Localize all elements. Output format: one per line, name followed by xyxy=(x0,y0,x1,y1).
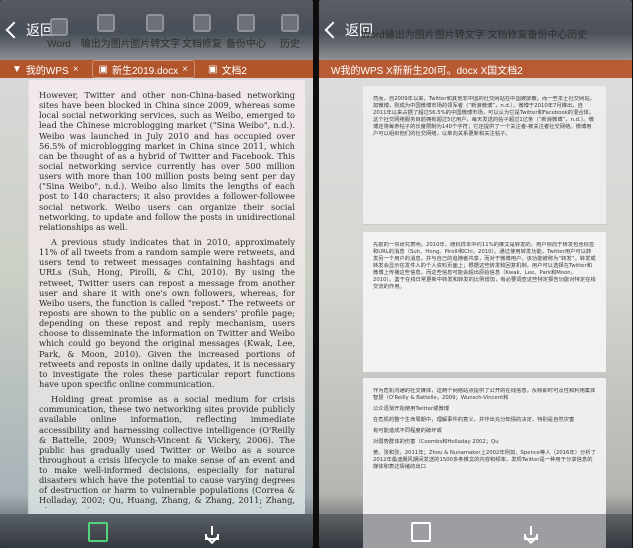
ribbon-item-export-image[interactable]: 输出为图片 xyxy=(81,14,131,50)
word-icon xyxy=(50,18,68,36)
ocr-frame-icon xyxy=(411,522,431,542)
paragraph: However, Twitter and other non-China-bas… xyxy=(39,90,295,232)
translated-page-1: 然而，自2009年以来，Twitter和其他非中国的社交网站在中国被屏蔽，而一些… xyxy=(363,86,606,224)
bottom-bar xyxy=(0,514,313,548)
screenshot-comparison: 返回 Word 输出为图片 图片转文字 文档修复 备份中心 历史 ▼ 我的WPS… xyxy=(0,0,633,548)
document-tabs: ▼ 我的WPS × ▣ 新生2019.docx × ▣ 文档2 xyxy=(0,60,313,78)
ribbon-item-image-to-text[interactable]: 图片转文字 xyxy=(130,14,180,50)
paragraph: 公众逐渐开始使用Twitter或微博 xyxy=(373,405,450,412)
ocr-icon xyxy=(146,14,165,32)
document-content: However, Twitter and other non-China-bas… xyxy=(39,90,295,508)
wps-logo-icon: ▼ xyxy=(12,63,22,75)
tab-new-document[interactable]: ▣ 新生2019.docx × xyxy=(91,60,195,78)
download-button[interactable] xyxy=(521,522,541,542)
ribbon-item-word[interactable]: Word xyxy=(42,18,76,50)
close-icon[interactable]: × xyxy=(182,64,188,75)
tray-icon xyxy=(524,534,538,540)
paragraph: 在危机的整个生命周期中，理解事件的意义，并作出充分知情的决定，特别是自然灾害 xyxy=(373,416,575,423)
image-to-text-button[interactable] xyxy=(411,522,431,542)
top-bar: 返回 Word输出为图片图片转文字 文档修复备份中心历史 xyxy=(319,0,632,60)
back-chevron-icon xyxy=(5,21,23,39)
ribbon-item-history[interactable]: 历史 xyxy=(273,14,307,50)
tab-strip-text: W我的WPS X新新生20I可。docx X国文档2 xyxy=(331,65,523,77)
repair-icon xyxy=(193,14,211,32)
translated-text: 然而，自2009年以来，Twitter和其他非中国的社交网站在中国被屏蔽，而一些… xyxy=(373,96,596,216)
history-icon xyxy=(281,14,299,32)
translated-page-2: 先前的一项研究表明，2010年，随机样本中约11%的推文是转发的，用户倾向于转发… xyxy=(363,232,606,372)
paragraph: 作为危机沟通的社交媒体，这两个网络站点提供了公开的在线信息，反映即时可及性和利用… xyxy=(373,388,596,401)
paragraph: A previous study indicates that in 2010,… xyxy=(39,236,295,389)
image-export-icon xyxy=(96,14,115,32)
bottom-bar xyxy=(319,514,632,548)
ribbon-text: Word输出为图片图片转文字 文档修复备份中心历史 xyxy=(361,30,588,41)
ribbon-toolbar: Word 输出为图片 图片转文字 文档修复 备份中心 历史 xyxy=(42,10,307,50)
translated-text: 先前的一项研究表明，2010年，随机样本中约11%的推文是转发的，用户倾向于转发… xyxy=(373,242,596,364)
image-to-text-button[interactable] xyxy=(88,522,108,542)
document-page: However, Twitter and other non-China-bas… xyxy=(28,80,305,514)
document-tabs: W我的WPS X新新生20I可。docx X国文档2 xyxy=(319,60,632,78)
paragraph: 先前的一项研究表明，2010年，随机样本中约11%的推文是转发的，用户倾向于转发… xyxy=(373,242,596,290)
backup-icon xyxy=(237,14,255,32)
tab-label: 我的WPS xyxy=(25,65,69,77)
paragraph: 有可能造成不同程度的破坏或 xyxy=(373,427,442,434)
right-panel: 返回 Word输出为图片图片转文字 文档修复备份中心历史 W我的WPS X新新生… xyxy=(319,0,632,548)
paragraph: 黄、张和张，2011年；Zhou & Nunamaker上2002年例如，Spe… xyxy=(373,449,596,470)
tab-my-wps[interactable]: ▼ 我的WPS × xyxy=(6,61,85,77)
download-button[interactable] xyxy=(202,522,222,542)
paragraph: Holding great promise as a social medium… xyxy=(39,394,295,508)
tab-label: 文档2 xyxy=(221,65,247,77)
ribbon-item-backup-center[interactable]: 备份中心 xyxy=(226,14,266,50)
tab-strip[interactable]: W我的WPS X新新生20I可。docx X国文档2 xyxy=(325,61,529,77)
top-bar: 返回 Word 输出为图片 图片转文字 文档修复 备份中心 历史 xyxy=(0,0,313,60)
paragraph: 然而，自2009年以来，Twitter和其他非中国的社交网站在中国被屏蔽，而一些… xyxy=(373,96,595,137)
tray-icon xyxy=(205,534,219,540)
close-icon[interactable]: × xyxy=(73,64,79,75)
tab-label: 新生2019.docx xyxy=(111,65,179,77)
translation-preview: 然而，自2009年以来，Twitter和其他非中国的社交网站在中国被屏蔽，而一些… xyxy=(345,80,624,548)
tab-document-2[interactable]: ▣ 文档2 xyxy=(202,61,253,77)
paragraph: 对弱势群体的伤害（Coombs和Holladay 2002；Qu xyxy=(373,438,499,445)
ocr-frame-icon xyxy=(88,522,108,542)
ribbon-item-document-repair[interactable]: 文档修复 xyxy=(182,14,222,50)
back-chevron-icon xyxy=(324,21,342,39)
left-panel: 返回 Word 输出为图片 图片转文字 文档修复 备份中心 历史 ▼ 我的WPS… xyxy=(0,0,313,548)
document-icon: ▣ xyxy=(207,63,218,75)
document-icon: ▣ xyxy=(98,63,108,75)
